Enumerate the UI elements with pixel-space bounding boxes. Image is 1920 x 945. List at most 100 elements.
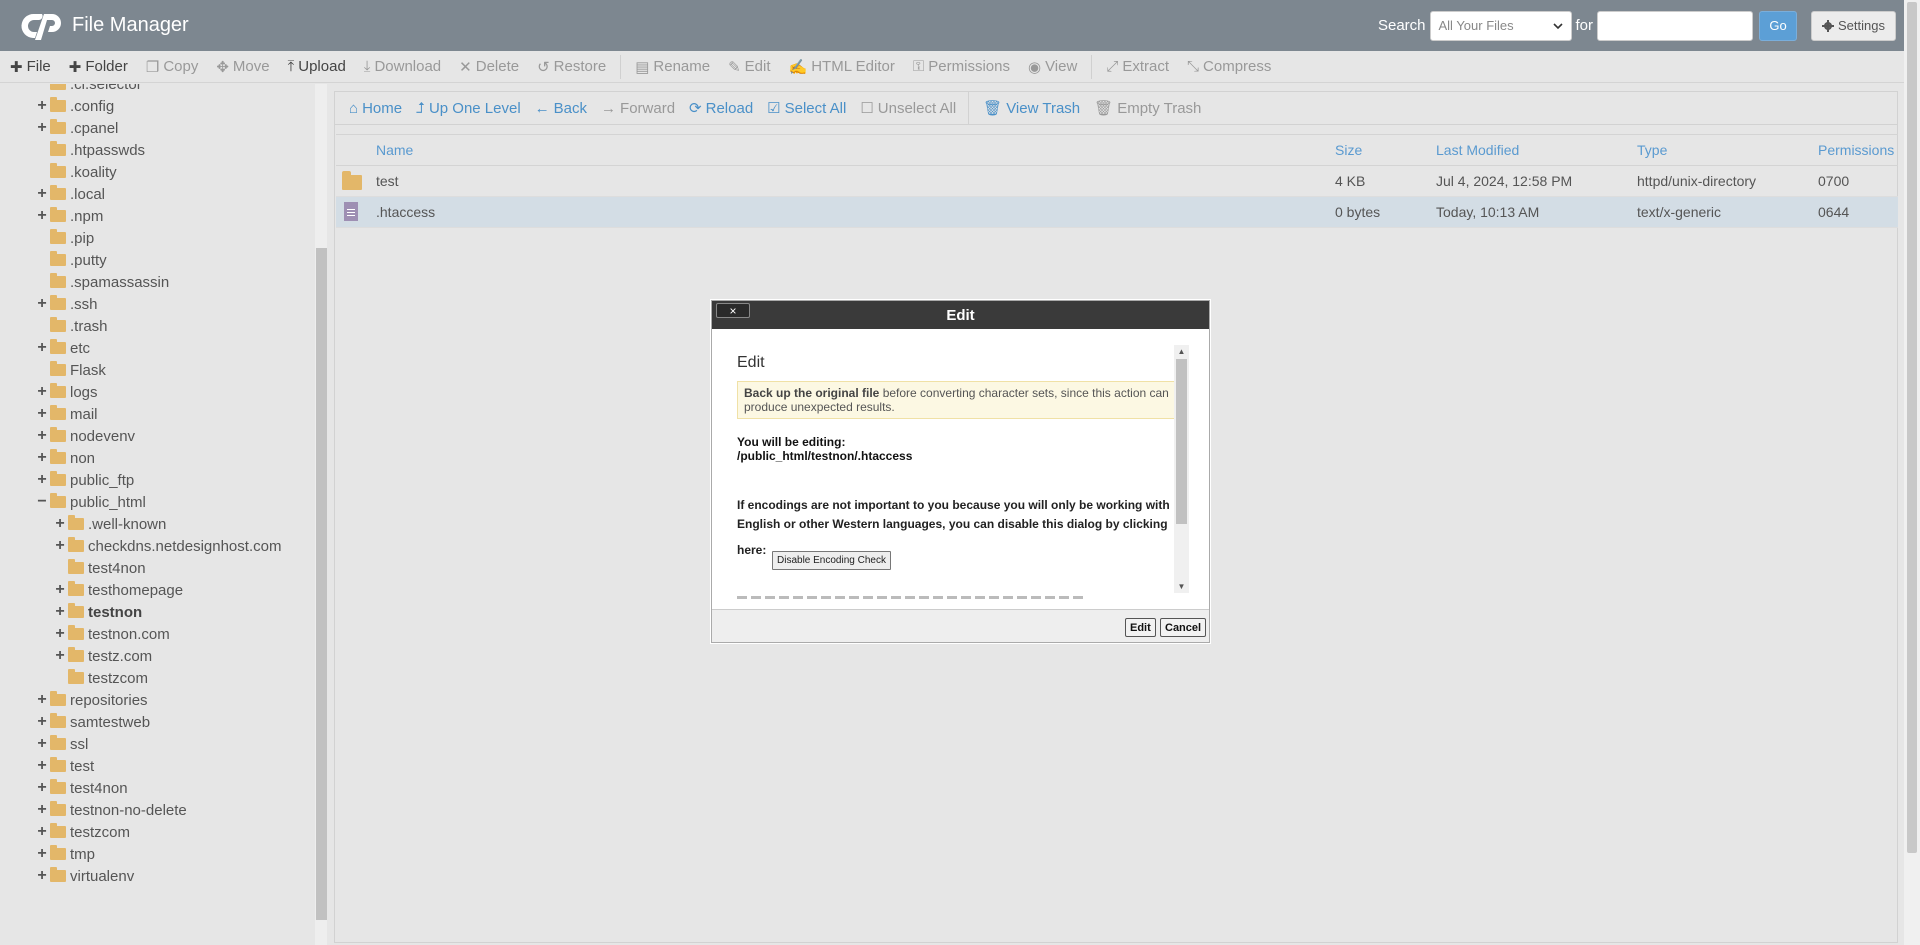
new-file-button[interactable]: ✚ File <box>10 58 51 76</box>
expand-icon[interactable]: + <box>36 207 48 225</box>
expand-icon[interactable]: + <box>54 581 66 599</box>
edit-button[interactable]: ✎ Edit <box>728 58 770 76</box>
expand-icon[interactable]: + <box>36 185 48 203</box>
tree-item[interactable]: + testz.com <box>54 645 152 667</box>
sidebar-scrollbar-thumb[interactable] <box>316 248 327 920</box>
go-button[interactable]: Go <box>1759 10 1798 41</box>
extract-button[interactable]: ⤢ Extract <box>1106 58 1169 75</box>
tree-item[interactable]: Flask <box>36 359 106 381</box>
copy-button[interactable]: ❐ Copy <box>146 58 198 76</box>
rename-button[interactable]: ▤ Rename <box>635 58 710 76</box>
expand-icon[interactable]: + <box>54 515 66 533</box>
column-header-permissions[interactable]: Permissions <box>1818 142 1894 158</box>
tree-item[interactable]: + test <box>36 755 94 777</box>
table-row[interactable]: test 4 KB Jul 4, 2024, 12:58 PM httpd/un… <box>336 166 1898 197</box>
tree-item[interactable]: + .config <box>36 95 114 117</box>
expand-icon[interactable]: + <box>36 757 48 775</box>
scroll-down-arrow-icon[interactable]: ▼ <box>1174 582 1189 591</box>
expand-icon[interactable]: + <box>36 295 48 313</box>
tree-item[interactable]: .trash <box>36 315 108 337</box>
expand-icon[interactable]: + <box>36 867 48 885</box>
compress-button[interactable]: ⤡ Compress <box>1187 58 1271 75</box>
tree-item[interactable]: + test4non <box>36 777 128 799</box>
expand-icon[interactable]: + <box>36 779 48 797</box>
tree-item[interactable]: + virtualenv <box>36 865 134 887</box>
reload-button[interactable]: ⟳ Reload <box>689 99 753 118</box>
tree-item[interactable]: + .well-known <box>54 513 166 535</box>
table-row-selected[interactable]: .htaccess 0 bytes Today, 10:13 AM text/x… <box>336 197 1898 228</box>
delete-button[interactable]: ✕ Delete <box>459 58 519 76</box>
expand-icon[interactable]: + <box>36 449 48 467</box>
expand-icon[interactable]: + <box>36 427 48 445</box>
tree-item[interactable]: .cl.selector <box>36 84 142 95</box>
app-logo[interactable]: File Manager <box>20 10 189 42</box>
page-scrollbar-thumb[interactable] <box>1907 2 1917 853</box>
tree-item[interactable]: .pip <box>36 227 94 249</box>
column-header-name[interactable]: Name <box>376 142 413 158</box>
tree-item[interactable]: + public_ftp <box>36 469 134 491</box>
tree-item[interactable]: − public_html <box>36 491 146 513</box>
home-button[interactable]: ⌂ Home <box>349 100 402 117</box>
html-editor-button[interactable]: ✍ HTML Editor <box>789 58 895 76</box>
tree-item[interactable]: + mail <box>36 403 98 425</box>
disable-encoding-check-button[interactable]: Disable Encoding Check <box>772 551 891 570</box>
view-trash-button[interactable]: 🗑 View Trash <box>983 99 1080 118</box>
download-button[interactable]: ⤓ Download <box>364 58 441 75</box>
tree-item[interactable]: + .cpanel <box>36 117 118 139</box>
upload-button[interactable]: ⤒ Upload <box>288 58 346 75</box>
tree-item[interactable]: .htpasswds <box>36 139 145 161</box>
tree-item[interactable]: + tmp <box>36 843 95 865</box>
expand-icon[interactable]: + <box>36 691 48 709</box>
tree-item[interactable]: .koality <box>36 161 117 183</box>
permissions-button[interactable]: ⚿ Permissions <box>913 58 1010 75</box>
expand-icon[interactable]: + <box>54 603 66 621</box>
tree-item[interactable]: + non <box>36 447 95 469</box>
search-input[interactable] <box>1597 10 1754 41</box>
tree-item[interactable]: + nodevenv <box>36 425 135 447</box>
expand-icon[interactable]: + <box>36 801 48 819</box>
tree-item[interactable]: + testzcom <box>36 821 130 843</box>
expand-icon[interactable]: + <box>36 735 48 753</box>
tree-item[interactable]: .spamassassin <box>36 271 169 293</box>
view-button[interactable]: ◉ View <box>1028 58 1077 76</box>
scroll-up-arrow-icon[interactable]: ▲ <box>1174 347 1189 356</box>
tree-item[interactable]: .putty <box>36 249 107 271</box>
search-scope-select[interactable]: All Your Files <box>1429 10 1572 41</box>
tree-item[interactable]: + checkdns.netdesignhost.com <box>54 535 281 557</box>
expand-icon[interactable]: + <box>54 625 66 643</box>
expand-icon[interactable]: + <box>36 97 48 115</box>
tree-item[interactable]: + testnon-no-delete <box>36 799 187 821</box>
dialog-scrollbar-thumb[interactable] <box>1176 359 1187 524</box>
tree-item[interactable]: + samtestweb <box>36 711 150 733</box>
tree-item[interactable]: + .local <box>36 183 105 205</box>
new-folder-button[interactable]: ✚ Folder <box>69 58 128 76</box>
select-all-button[interactable]: ☑ Select All <box>767 99 846 118</box>
column-header-type[interactable]: Type <box>1637 142 1667 158</box>
expand-icon[interactable]: + <box>36 339 48 357</box>
up-one-level-button[interactable]: ⮥ Up One Level <box>416 100 521 117</box>
expand-icon[interactable]: + <box>36 713 48 731</box>
expand-icon[interactable]: + <box>36 383 48 401</box>
tree-item[interactable]: + etc <box>36 337 90 359</box>
tree-item[interactable]: + testhomepage <box>54 579 183 601</box>
expand-icon[interactable]: + <box>54 647 66 665</box>
expand-icon[interactable]: + <box>36 845 48 863</box>
collapse-icon[interactable]: − <box>36 493 48 511</box>
tree-item[interactable]: + testnon.com <box>54 623 170 645</box>
expand-icon[interactable]: + <box>54 537 66 555</box>
expand-icon[interactable]: + <box>36 405 48 423</box>
move-button[interactable]: ✥ Move <box>216 58 269 76</box>
cancel-button[interactable]: Cancel <box>1160 618 1207 637</box>
forward-button[interactable]: → Forward <box>601 100 675 117</box>
close-button[interactable]: × <box>716 303 750 318</box>
tree-item[interactable]: testzcom <box>54 667 148 689</box>
unselect-all-button[interactable]: ☐ Unselect All <box>860 99 956 118</box>
tree-item[interactable]: + repositories <box>36 689 148 711</box>
expand-icon[interactable]: + <box>36 471 48 489</box>
tree-item[interactable]: + testnon <box>54 601 142 623</box>
tree-item[interactable]: test4non <box>54 557 146 579</box>
tree-item[interactable]: + .ssh <box>36 293 98 315</box>
tree-item[interactable]: + .npm <box>36 205 103 227</box>
edit-confirm-button[interactable]: Edit <box>1125 618 1156 637</box>
empty-trash-button[interactable]: 🗑 Empty Trash <box>1094 99 1201 118</box>
